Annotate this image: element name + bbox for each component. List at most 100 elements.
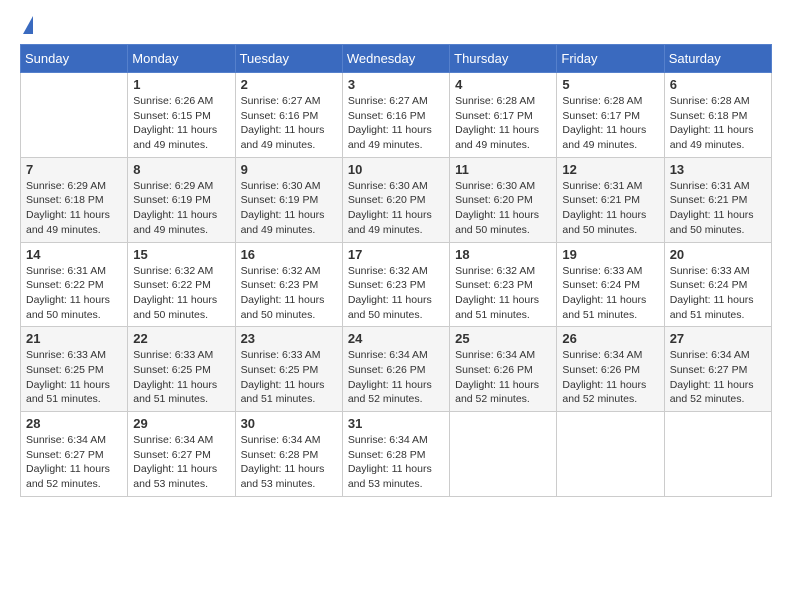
page-header (20, 20, 772, 34)
day-info: Sunrise: 6:31 AMSunset: 6:22 PMDaylight:… (26, 264, 122, 323)
calendar-cell: 18Sunrise: 6:32 AMSunset: 6:23 PMDayligh… (450, 242, 557, 327)
day-number: 26 (562, 331, 658, 346)
weekday-header-tuesday: Tuesday (235, 45, 342, 73)
calendar-cell: 13 Sunrise: 6:31 AMSunset: 6:21 PMDayligh… (664, 157, 771, 242)
calendar-cell: 26 Sunrise: 6:34 AMSunset: 6:26 PMDayligh… (557, 327, 664, 412)
day-info: Sunrise: 6:30 AMSunset: 6:20 PMDaylight:… (348, 179, 444, 238)
day-info: Sunrise: 6:33 AMSunset: 6:24 PMDaylight:… (562, 264, 658, 323)
day-info: Sunrise: 6:33 AMSunset: 6:25 PMDaylight:… (133, 348, 229, 407)
day-info: Sunrise: 6:28 AMSunset: 6:17 PMDaylight:… (562, 94, 658, 153)
day-info: Sunrise: 6:34 AMSunset: 6:26 PMDaylight:… (455, 348, 551, 407)
day-info: Sunrise: 6:31 AMSunset: 6:21 PMDaylight:… (562, 179, 658, 238)
day-info: Sunrise: 6:27 AMSunset: 6:16 PMDaylight:… (348, 94, 444, 153)
calendar-cell: 21 Sunrise: 6:33 AMSunset: 6:25 PMDayligh… (21, 327, 128, 412)
day-number: 14 (26, 247, 122, 262)
day-info: Sunrise: 6:26 AMSunset: 6:15 PMDaylight:… (133, 94, 229, 153)
logo (20, 20, 33, 34)
day-info: Sunrise: 6:34 AMSunset: 6:27 PMDaylight:… (670, 348, 766, 407)
day-number: 7 (26, 162, 122, 177)
day-number: 1 (133, 77, 229, 92)
calendar-cell: 31 Sunrise: 6:34 AMSunset: 6:28 PMDayligh… (342, 412, 449, 497)
weekday-header-sunday: Sunday (21, 45, 128, 73)
day-number: 8 (133, 162, 229, 177)
calendar-cell: 4 Sunrise: 6:28 AMSunset: 6:17 PMDaylight… (450, 73, 557, 158)
day-number: 5 (562, 77, 658, 92)
calendar-cell: 12Sunrise: 6:31 AMSunset: 6:21 PMDayligh… (557, 157, 664, 242)
day-number: 6 (670, 77, 766, 92)
day-number: 4 (455, 77, 551, 92)
day-number: 2 (241, 77, 337, 92)
weekday-header-saturday: Saturday (664, 45, 771, 73)
day-number: 25 (455, 331, 551, 346)
day-info: Sunrise: 6:34 AMSunset: 6:28 PMDaylight:… (348, 433, 444, 492)
day-number: 28 (26, 416, 122, 431)
day-info: Sunrise: 6:29 AMSunset: 6:19 PMDaylight:… (133, 179, 229, 238)
day-info: Sunrise: 6:32 AMSunset: 6:23 PMDaylight:… (241, 264, 337, 323)
calendar-cell (557, 412, 664, 497)
day-info: Sunrise: 6:27 AMSunset: 6:16 PMDaylight:… (241, 94, 337, 153)
day-info: Sunrise: 6:33 AMSunset: 6:25 PMDaylight:… (26, 348, 122, 407)
day-number: 9 (241, 162, 337, 177)
day-number: 20 (670, 247, 766, 262)
weekday-header-friday: Friday (557, 45, 664, 73)
calendar-cell: 29 Sunrise: 6:34 AMSunset: 6:27 PMDayligh… (128, 412, 235, 497)
calendar-cell: 5 Sunrise: 6:28 AMSunset: 6:17 PMDaylight… (557, 73, 664, 158)
day-info: Sunrise: 6:28 AMSunset: 6:18 PMDaylight:… (670, 94, 766, 153)
calendar-cell: 2 Sunrise: 6:27 AMSunset: 6:16 PMDaylight… (235, 73, 342, 158)
day-info: Sunrise: 6:32 AMSunset: 6:22 PMDaylight:… (133, 264, 229, 323)
calendar-cell: 28 Sunrise: 6:34 AMSunset: 6:27 PMDayligh… (21, 412, 128, 497)
calendar-cell (664, 412, 771, 497)
day-info: Sunrise: 6:32 AMSunset: 6:23 PMDaylight:… (455, 264, 551, 323)
day-number: 21 (26, 331, 122, 346)
day-info: Sunrise: 6:33 AMSunset: 6:25 PMDaylight:… (241, 348, 337, 407)
day-info: Sunrise: 6:32 AMSunset: 6:23 PMDaylight:… (348, 264, 444, 323)
day-number: 11 (455, 162, 551, 177)
calendar-cell: 9Sunrise: 6:30 AMSunset: 6:19 PMDaylight… (235, 157, 342, 242)
day-number: 17 (348, 247, 444, 262)
day-number: 24 (348, 331, 444, 346)
day-info: Sunrise: 6:29 AMSunset: 6:18 PMDaylight:… (26, 179, 122, 238)
weekday-header-row: SundayMondayTuesdayWednesdayThursdayFrid… (21, 45, 772, 73)
day-info: Sunrise: 6:31 AMSunset: 6:21 PMDaylight:… (670, 179, 766, 238)
calendar-cell (450, 412, 557, 497)
day-number: 19 (562, 247, 658, 262)
calendar-cell (21, 73, 128, 158)
day-info: Sunrise: 6:28 AMSunset: 6:17 PMDaylight:… (455, 94, 551, 153)
day-info: Sunrise: 6:34 AMSunset: 6:28 PMDaylight:… (241, 433, 337, 492)
day-number: 16 (241, 247, 337, 262)
day-number: 15 (133, 247, 229, 262)
day-info: Sunrise: 6:34 AMSunset: 6:26 PMDaylight:… (348, 348, 444, 407)
calendar-cell: 17 Sunrise: 6:32 AMSunset: 6:23 PMDayligh… (342, 242, 449, 327)
weekday-header-thursday: Thursday (450, 45, 557, 73)
calendar-cell: 19 Sunrise: 6:33 AMSunset: 6:24 PMDayligh… (557, 242, 664, 327)
calendar-cell: 7 Sunrise: 6:29 AMSunset: 6:18 PMDaylight… (21, 157, 128, 242)
day-number: 3 (348, 77, 444, 92)
day-info: Sunrise: 6:34 AMSunset: 6:27 PMDaylight:… (26, 433, 122, 492)
day-number: 27 (670, 331, 766, 346)
calendar-week-row: 14 Sunrise: 6:31 AMSunset: 6:22 PMDayligh… (21, 242, 772, 327)
day-number: 29 (133, 416, 229, 431)
day-number: 30 (241, 416, 337, 431)
day-number: 22 (133, 331, 229, 346)
calendar-cell: 11 Sunrise: 6:30 AMSunset: 6:20 PMDayligh… (450, 157, 557, 242)
logo-triangle-icon (23, 16, 33, 34)
day-number: 10 (348, 162, 444, 177)
day-number: 13 (670, 162, 766, 177)
calendar-week-row: 7 Sunrise: 6:29 AMSunset: 6:18 PMDaylight… (21, 157, 772, 242)
weekday-header-wednesday: Wednesday (342, 45, 449, 73)
calendar-cell: 20Sunrise: 6:33 AMSunset: 6:24 PMDayligh… (664, 242, 771, 327)
calendar-cell: 6 Sunrise: 6:28 AMSunset: 6:18 PMDaylight… (664, 73, 771, 158)
calendar-cell: 15 Sunrise: 6:32 AMSunset: 6:22 PMDayligh… (128, 242, 235, 327)
day-info: Sunrise: 6:34 AMSunset: 6:26 PMDaylight:… (562, 348, 658, 407)
day-info: Sunrise: 6:30 AMSunset: 6:20 PMDaylight:… (455, 179, 551, 238)
day-info: Sunrise: 6:34 AMSunset: 6:27 PMDaylight:… (133, 433, 229, 492)
calendar-cell: 23 Sunrise: 6:33 AMSunset: 6:25 PMDayligh… (235, 327, 342, 412)
calendar-cell: 16 Sunrise: 6:32 AMSunset: 6:23 PMDayligh… (235, 242, 342, 327)
weekday-header-monday: Monday (128, 45, 235, 73)
day-number: 23 (241, 331, 337, 346)
calendar-cell: 8 Sunrise: 6:29 AMSunset: 6:19 PMDaylight… (128, 157, 235, 242)
day-number: 31 (348, 416, 444, 431)
calendar-cell: 10 Sunrise: 6:30 AMSunset: 6:20 PMDayligh… (342, 157, 449, 242)
calendar-cell: 22 Sunrise: 6:33 AMSunset: 6:25 PMDayligh… (128, 327, 235, 412)
calendar-cell: 1 Sunrise: 6:26 AMSunset: 6:15 PMDaylight… (128, 73, 235, 158)
